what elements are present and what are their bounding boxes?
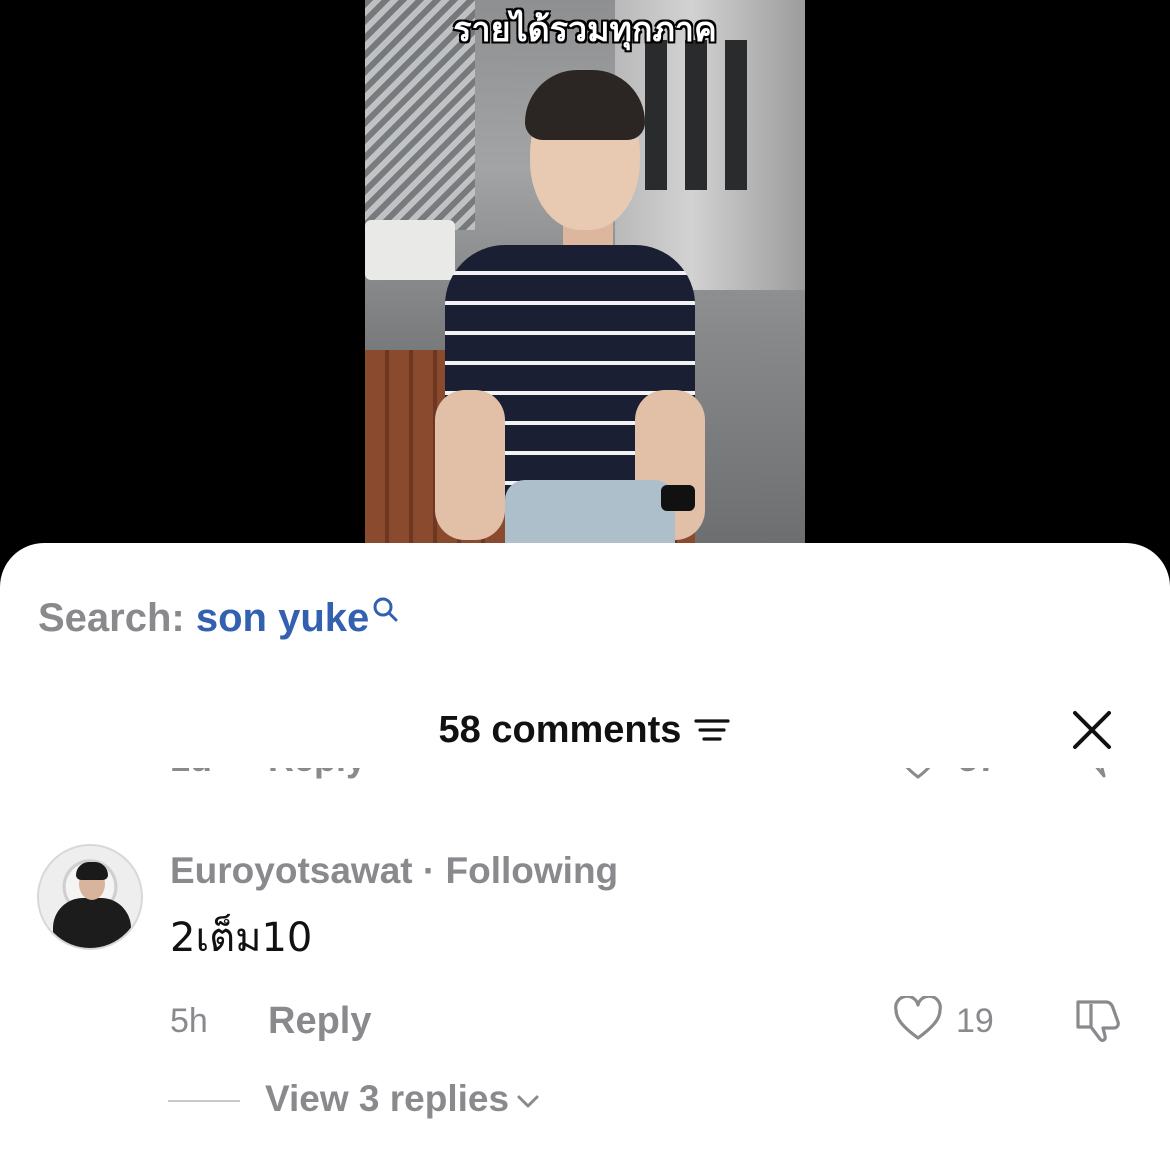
- dislike-icon[interactable]: [1072, 996, 1124, 1044]
- video-player[interactable]: รายได้รวมทุกภาค: [0, 0, 1170, 560]
- comment-time: 5h: [170, 1002, 208, 1040]
- video-overlay-title: รายได้รวมทุกภาค: [453, 10, 717, 50]
- search-icon[interactable]: [371, 595, 399, 623]
- view-replies-button[interactable]: View 3 replies: [265, 1078, 541, 1120]
- heart-icon[interactable]: [893, 996, 943, 1042]
- search-term-link[interactable]: son yuke: [196, 596, 369, 640]
- search-suggestion[interactable]: Search: son yuke: [38, 593, 399, 643]
- like-count: 19: [956, 1002, 994, 1040]
- following-label: Following: [445, 850, 619, 891]
- chevron-down-icon: [517, 1095, 539, 1108]
- comment-meta-row: 5h Reply 19: [0, 996, 1170, 1046]
- close-icon[interactable]: [1067, 705, 1117, 755]
- comment-username[interactable]: Euroyotsawat: [170, 850, 413, 891]
- replies-divider: [168, 1100, 240, 1102]
- comments-header: 58 comments: [0, 705, 1170, 755]
- comment-item: Euroyotsawat · Following 2เต็ม10 5h Repl…: [0, 768, 1170, 1119]
- username-separator: ·: [422, 850, 436, 891]
- reply-button[interactable]: Reply: [268, 1000, 371, 1043]
- comment-text: 2เต็ม10: [170, 915, 313, 961]
- comments-sheet: Search: son yuke 58 comments 1d R: [0, 543, 1170, 1162]
- view-replies-row[interactable]: View 3 replies: [0, 1075, 1170, 1125]
- comments-list[interactable]: 1d Reply 57 Euroyotsawat · Following 2เ: [0, 768, 1170, 1162]
- sort-icon[interactable]: [693, 715, 731, 745]
- view-replies-label: View 3 replies: [265, 1078, 510, 1119]
- video-person: [435, 60, 705, 560]
- comment-author-line: Euroyotsawat · Following: [170, 849, 618, 893]
- search-label: Search:: [38, 596, 185, 640]
- avatar[interactable]: [37, 844, 143, 950]
- video-frame[interactable]: รายได้รวมทุกภาค: [365, 0, 805, 560]
- comments-count-label: 58 comments: [438, 709, 682, 751]
- video-background-stone: [695, 290, 805, 560]
